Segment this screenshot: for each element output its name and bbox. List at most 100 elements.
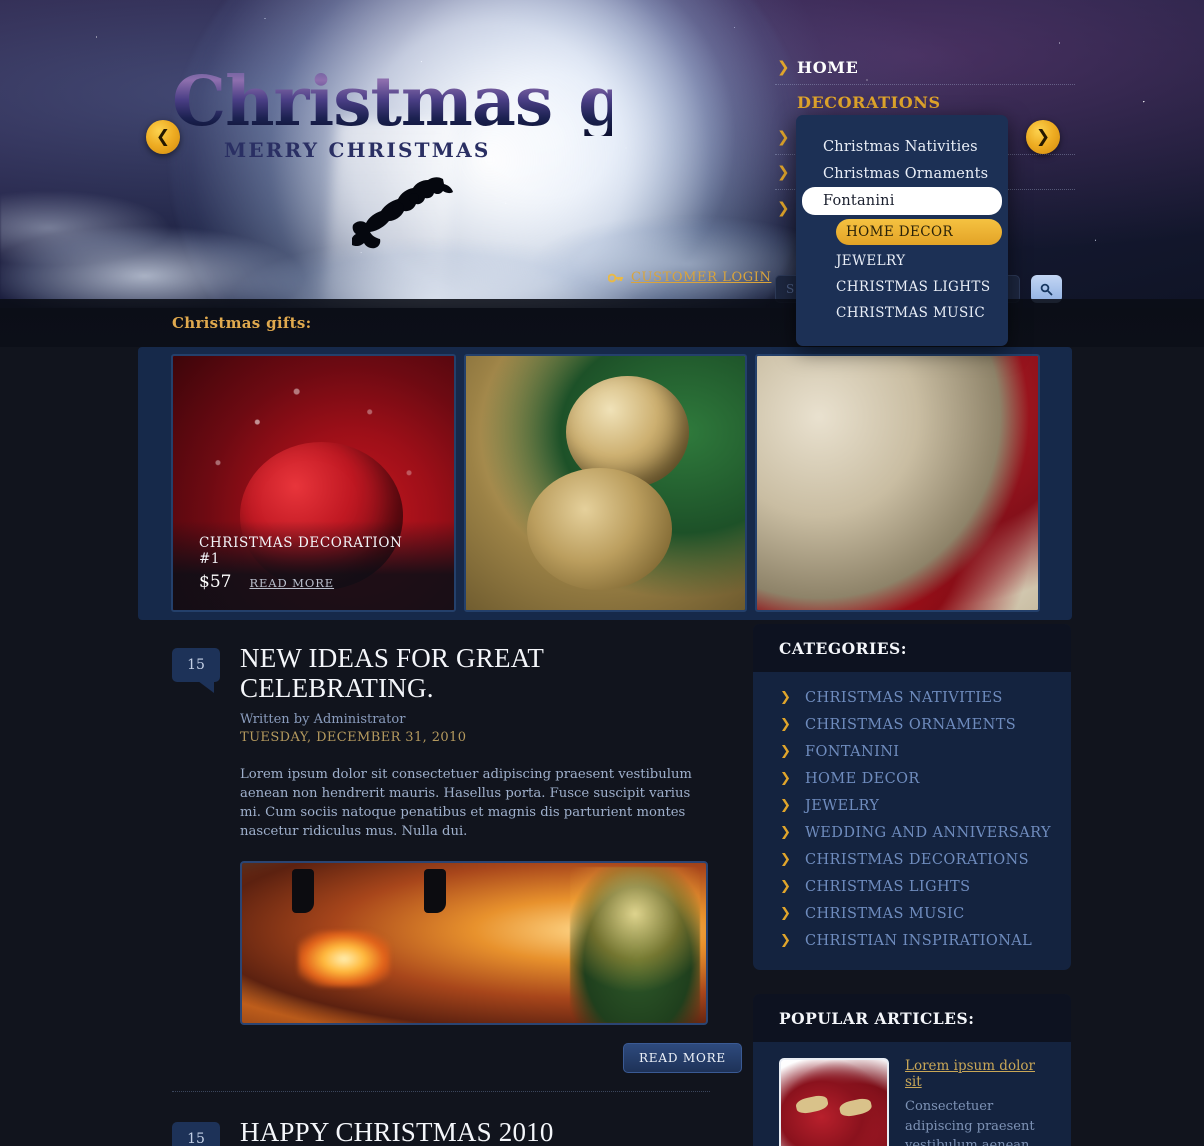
- chevron-right-icon: ❯: [780, 690, 792, 705]
- category-label: FONTANINI: [805, 743, 900, 760]
- logo-word-christmas: Christmas: [172, 62, 553, 142]
- dropdown-item-christmas-nativities[interactable]: Christmas Nativities: [796, 133, 1008, 160]
- post-author: Written by Administrator: [240, 712, 406, 728]
- read-more-button[interactable]: READ MORE: [622, 1043, 742, 1074]
- customer-login[interactable]: CUSTOMER LOGIN: [608, 270, 771, 285]
- dropdown-item-label: CHRISTMAS MUSIC: [836, 305, 986, 321]
- dropdown-item-jewelry[interactable]: JEWELRY: [796, 248, 1008, 274]
- chevron-right-icon: ❯: [780, 771, 792, 786]
- section-title: Christmas gifts:: [172, 314, 312, 332]
- chevron-right-icon: ❯: [777, 128, 790, 146]
- logo-word-gifts: gifts: [578, 62, 746, 142]
- stocking-decoration: [424, 869, 446, 914]
- category-label: JEWELRY: [805, 797, 880, 814]
- dropdown-item-label: Fontanini: [823, 193, 895, 209]
- article-thumbnail-gift-boxes[interactable]: [779, 1058, 889, 1146]
- chevron-right-icon: ❯: [780, 717, 792, 732]
- category-item-christmas-decorations[interactable]: ❯ CHRISTMAS DECORATIONS: [753, 846, 1071, 873]
- chevron-right-icon: ❯: [780, 906, 792, 921]
- carousel-slides: CHRISTMAS DECORATION #1 $57 READ MORE: [171, 354, 1040, 612]
- logo-tagline: MERRY CHRISTMAS: [224, 138, 491, 162]
- fire-decoration: [298, 931, 390, 988]
- post-title[interactable]: NEW IDEAS FOR GREAT CELEBRATING.: [240, 643, 704, 703]
- category-item-christmas-nativities[interactable]: ❯ CHRISTMAS NATIVITIES: [753, 684, 1071, 711]
- category-item-fontanini[interactable]: ❯ FONTANINI: [753, 738, 1071, 765]
- dropdown-item-label: Christmas Nativities: [823, 138, 978, 155]
- category-label: CHRISTMAS DECORATIONS: [805, 851, 1029, 868]
- category-item-christmas-ornaments[interactable]: ❯ CHRISTMAS ORNAMENTS: [753, 711, 1071, 738]
- nav-item-label: DECORATIONS: [797, 92, 941, 112]
- chevron-right-icon: ❯: [780, 933, 792, 948]
- dropdown-item-home-decor[interactable]: HOME DECOR: [836, 219, 1002, 245]
- chevron-right-icon: ❯: [780, 744, 792, 759]
- carousel-caption: CHRISTMAS DECORATION #1 $57 READ MORE: [173, 521, 454, 610]
- category-item-wedding-and-anniversary[interactable]: ❯ WEDDING AND ANNIVERSARY: [753, 819, 1071, 846]
- dropdown-item-christmas-music[interactable]: CHRISTMAS MUSIC: [796, 300, 1008, 326]
- blog-post-1: 15 NEW IDEAS FOR GREAT CELEBRATING. Writ…: [172, 643, 742, 1074]
- key-icon: [608, 273, 623, 282]
- categories-heading: CATEGORIES:: [753, 624, 1071, 672]
- chevron-right-icon: ❯: [777, 198, 790, 217]
- main-content-area: 15 NEW IDEAS FOR GREAT CELEBRATING. Writ…: [138, 620, 1072, 1146]
- post-divider: [172, 1091, 710, 1093]
- dropdown-item-label: JEWELRY: [836, 253, 906, 269]
- dropdown-item-label: HOME DECOR: [846, 224, 954, 240]
- post-date-badge: 15: [172, 648, 220, 693]
- product-title: CHRISTMAS DECORATION #1: [199, 535, 403, 567]
- dropdown-item-christmas-lights[interactable]: CHRISTMAS LIGHTS: [796, 274, 1008, 300]
- site-header: Christmas gifts MERRY CHRISTMAS ❯ HOME DE…: [0, 0, 1204, 308]
- post-date-badge: 15: [172, 1122, 220, 1146]
- blog-post-2: 15 HAPPY CHRISTMAS 2010 Written by Admin…: [172, 1118, 704, 1146]
- dropdown-item-label: CHRISTMAS LIGHTS: [836, 279, 991, 295]
- categories-list: ❯ CHRISTMAS NATIVITIES ❯ CHRISTMAS ORNAMEN…: [753, 672, 1071, 960]
- decorations-dropdown-menu: Christmas Nativities Christmas Ornaments…: [796, 115, 1008, 346]
- sidebar: CATEGORIES: ❯ CHRISTMAS NATIVITIES ❯ CHRIS…: [753, 624, 1071, 1146]
- carousel-next-button[interactable]: ❯: [1026, 120, 1060, 154]
- popular-article-item: Lorem ipsum dolor sit Consectetuer adipi…: [753, 1042, 1071, 1146]
- article-title-link[interactable]: Lorem ipsum dolor sit: [905, 1058, 1051, 1090]
- category-label: CHRISTMAS MUSIC: [805, 905, 965, 922]
- carousel-slide-3[interactable]: [755, 354, 1040, 612]
- category-item-home-decor[interactable]: ❯ HOME DECOR: [753, 765, 1071, 792]
- section-title-bar: Christmas gifts:: [0, 299, 1204, 347]
- dropdown-item-christmas-ornaments[interactable]: Christmas Ornaments: [796, 160, 1008, 187]
- category-label: CHRISTMAS ORNAMENTS: [805, 716, 1017, 733]
- post-image-fireplace: [240, 861, 708, 1026]
- blog-column: 15 NEW IDEAS FOR GREAT CELEBRATING. Writ…: [138, 620, 742, 1146]
- customer-login-link[interactable]: CUSTOMER LOGIN: [631, 270, 771, 285]
- category-item-christmas-music[interactable]: ❯ CHRISTMAS MUSIC: [753, 900, 1071, 927]
- article-excerpt: Consectetuer adipiscing praesent vestibu…: [905, 1099, 1035, 1146]
- category-item-christmas-lights[interactable]: ❯ CHRISTMAS LIGHTS: [753, 873, 1071, 900]
- carousel-slide-1[interactable]: CHRISTMAS DECORATION #1 $57 READ MORE: [171, 354, 456, 612]
- post-title[interactable]: HAPPY CHRISTMAS 2010: [240, 1118, 704, 1146]
- dropdown-item-label: Christmas Ornaments: [823, 165, 989, 182]
- post-date: TUESDAY, DECEMBER 31, 2010: [240, 730, 467, 746]
- chevron-right-icon: ❯: [780, 798, 792, 813]
- dropdown-item-fontanini[interactable]: Fontanini: [802, 187, 1002, 215]
- category-label: CHRISTMAS NATIVITIES: [805, 689, 1003, 706]
- category-label: HOME DECOR: [805, 770, 920, 787]
- category-item-jewelry[interactable]: ❯ JEWELRY: [753, 792, 1071, 819]
- search-icon: [1040, 283, 1053, 295]
- category-label: CHRISTMAS LIGHTS: [805, 878, 971, 895]
- carousel-prev-button[interactable]: ❮: [146, 120, 180, 154]
- chevron-right-icon: ❯: [777, 163, 790, 181]
- site-logo[interactable]: Christmas gifts MERRY CHRISTMAS: [172, 68, 612, 162]
- santa-sleigh-icon: [352, 177, 453, 249]
- chevron-right-icon: ❯: [780, 825, 792, 840]
- product-read-more-link[interactable]: READ MORE: [249, 576, 334, 590]
- logo-wordmark: Christmas gifts: [172, 68, 612, 136]
- carousel-slide-2[interactable]: [464, 354, 747, 612]
- chevron-right-icon: ❯: [777, 58, 790, 76]
- post-actions: READ MORE: [240, 1043, 742, 1074]
- product-image-gold-ornaments: [466, 356, 745, 610]
- product-image-mixed-baubles: [757, 356, 1038, 610]
- category-label: CHRISTIAN INSPIRATIONAL: [805, 932, 1033, 949]
- christmas-tree-decoration: [570, 867, 700, 1024]
- product-carousel: CHRISTMAS DECORATION #1 $57 READ MORE: [138, 347, 1072, 620]
- chevron-right-icon: ❯: [780, 852, 792, 867]
- post-excerpt: Lorem ipsum dolor sit consectetuer adipi…: [240, 767, 692, 839]
- popular-articles-heading: POPULAR ARTICLES:: [753, 994, 1071, 1042]
- nav-item-home[interactable]: ❯ HOME: [775, 50, 1075, 85]
- category-item-christian-inspirational[interactable]: ❯ CHRISTIAN INSPIRATIONAL: [753, 927, 1071, 954]
